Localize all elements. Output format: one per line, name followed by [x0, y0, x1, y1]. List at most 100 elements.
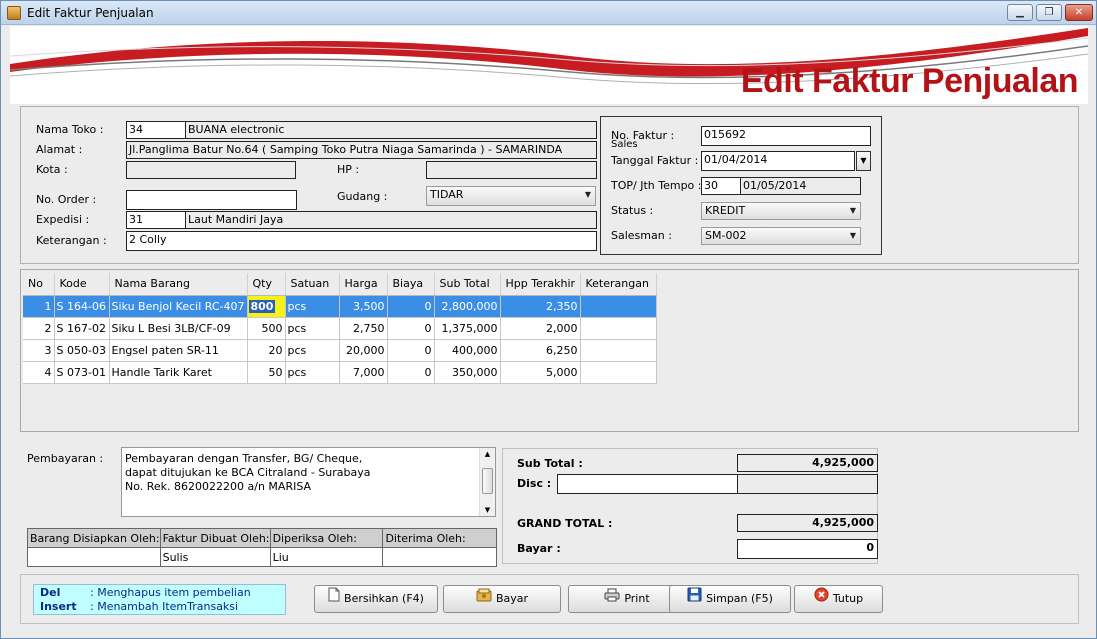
col-header-qty[interactable]: Qty [247, 273, 286, 296]
customer-panel: Nama Toko : 34 BUANA electronic Alamat :… [20, 106, 1079, 264]
cell-hpp[interactable]: 2,000 [500, 317, 581, 340]
close-button[interactable]: ✕ [1065, 4, 1093, 21]
bayar-button[interactable]: Bayar [443, 585, 561, 613]
table-row[interactable]: 3 S 050-03 Engsel paten SR-11 20 pcs 20,… [23, 339, 657, 362]
cell-subtotal[interactable]: 1,375,000 [434, 317, 501, 340]
cell-hpp[interactable]: 5,000 [500, 361, 581, 384]
top-days-field[interactable]: 30 [701, 177, 741, 195]
cell-harga[interactable]: 20,000 [339, 339, 388, 362]
cell-biaya[interactable]: 0 [387, 339, 435, 362]
cell-no[interactable]: 1 [23, 295, 55, 318]
cell-qty[interactable]: 500 [247, 317, 286, 340]
maximize-button[interactable]: ❐ [1036, 4, 1062, 21]
floppy-disk-icon [687, 586, 702, 612]
qty-edit-value[interactable]: 800 [248, 299, 276, 313]
no-order-field[interactable] [126, 190, 297, 210]
minimize-button[interactable]: ▁ [1007, 4, 1033, 21]
sig-value-diperiksa[interactable]: Liu [269, 547, 384, 567]
pembayaran-line-1: Pembayaran dengan Transfer, BG/ Cheque, [125, 452, 363, 465]
simpan-label: Simpan (F5) [706, 592, 773, 605]
cell-keterangan[interactable] [580, 317, 657, 340]
cell-subtotal[interactable]: 2,800,000 [434, 295, 501, 318]
col-header-hpp-terakhir[interactable]: Hpp Terakhir [500, 273, 581, 296]
hp-label: HP : [337, 163, 360, 176]
printer-icon [604, 586, 620, 612]
cell-harga[interactable]: 2,750 [339, 317, 388, 340]
salesman-select[interactable]: SM-002 ▼ [701, 227, 861, 245]
cell-satuan[interactable]: pcs [285, 339, 340, 362]
pembayaran-textarea[interactable]: Pembayaran dengan Transfer, BG/ Cheque, … [121, 447, 496, 517]
cell-hpp[interactable]: 2,350 [500, 295, 581, 318]
cell-harga[interactable]: 7,000 [339, 361, 388, 384]
chevron-down-icon: ▼ [860, 156, 867, 165]
cell-keterangan[interactable] [580, 361, 657, 384]
cell-biaya[interactable]: 0 [387, 295, 435, 318]
cell-biaya[interactable]: 0 [387, 361, 435, 384]
date-picker-button[interactable]: ▼ [856, 151, 871, 171]
cell-subtotal[interactable]: 400,000 [434, 339, 501, 362]
cell-kode[interactable]: S 073-01 [54, 361, 110, 384]
simpan-button[interactable]: Simpan (F5) [669, 585, 791, 613]
cell-kode[interactable]: S 164-06 [54, 295, 110, 318]
cell-satuan[interactable]: pcs [285, 361, 340, 384]
status-select[interactable]: KREDIT ▼ [701, 202, 861, 220]
cell-keterangan[interactable] [580, 339, 657, 362]
gudang-select[interactable]: TIDAR ▼ [426, 186, 596, 206]
col-header-harga[interactable]: Harga [339, 273, 388, 296]
cell-subtotal[interactable]: 350,000 [434, 361, 501, 384]
cell-no[interactable]: 3 [23, 339, 55, 362]
cell-qty-editing[interactable]: 800 [247, 295, 286, 318]
disc-field[interactable] [557, 474, 738, 494]
expedisi-code-field[interactable]: 31 [126, 211, 186, 229]
vertical-scrollbar[interactable]: ▲ ▼ [479, 448, 495, 516]
keterangan-label: Keterangan : [36, 234, 107, 247]
sales-label: Sales [611, 139, 638, 150]
cell-biaya[interactable]: 0 [387, 317, 435, 340]
keterangan-field[interactable]: 2 Colly [126, 231, 597, 251]
no-faktur-field[interactable]: 015692 [701, 126, 871, 146]
scroll-thumb[interactable] [482, 468, 493, 494]
bayar-field[interactable]: 0 [737, 539, 878, 559]
cell-kode[interactable]: S 050-03 [54, 339, 110, 362]
tanggal-faktur-field[interactable]: 01/04/2014 [701, 151, 855, 171]
sig-value-dibuat[interactable]: Sulis [159, 547, 271, 567]
sig-value-disiapkan[interactable] [27, 547, 161, 567]
col-header-satuan[interactable]: Satuan [285, 273, 340, 296]
cell-satuan[interactable]: pcs [285, 317, 340, 340]
col-header-biaya[interactable]: Biaya [387, 273, 435, 296]
invoice-box: No. Faktur : Sales 015692 Tanggal Faktur… [600, 116, 882, 255]
sig-header-diterima: Diterima Oleh: [382, 528, 497, 548]
cell-nama[interactable]: Handle Tarik Karet [109, 361, 248, 384]
table-row[interactable]: 2 S 167-02 Siku L Besi 3LB/CF-09 500 pcs… [23, 317, 657, 340]
cell-hpp[interactable]: 6,250 [500, 339, 581, 362]
cell-nama[interactable]: Siku L Besi 3LB/CF-09 [109, 317, 248, 340]
col-header-nama-barang[interactable]: Nama Barang [109, 273, 248, 296]
bersihkan-button[interactable]: Bersihkan (F4) [314, 585, 438, 613]
col-header-sub-total[interactable]: Sub Total [434, 273, 501, 296]
signature-table: Barang Disiapkan Oleh: Faktur Dibuat Ole… [27, 528, 497, 567]
cell-nama[interactable]: Engsel paten SR-11 [109, 339, 248, 362]
cell-harga[interactable]: 3,500 [339, 295, 388, 318]
cell-keterangan[interactable] [580, 295, 657, 318]
signature-header-row: Barang Disiapkan Oleh: Faktur Dibuat Ole… [27, 528, 497, 548]
close-circle-icon [814, 586, 829, 612]
scroll-up-icon[interactable]: ▲ [480, 448, 495, 460]
scroll-down-icon[interactable]: ▼ [480, 504, 495, 516]
cell-no[interactable]: 2 [23, 317, 55, 340]
payment-icon [476, 586, 492, 612]
col-header-no[interactable]: No [23, 273, 55, 296]
cell-qty[interactable]: 50 [247, 361, 286, 384]
col-header-keterangan[interactable]: Keterangan [580, 273, 657, 296]
cell-qty[interactable]: 20 [247, 339, 286, 362]
col-header-kode[interactable]: Kode [54, 273, 110, 296]
table-row[interactable]: 4 S 073-01 Handle Tarik Karet 50 pcs 7,0… [23, 361, 657, 384]
cell-satuan[interactable]: pcs [285, 295, 340, 318]
subtotal-label: Sub Total : [517, 457, 583, 470]
cell-kode[interactable]: S 167-02 [54, 317, 110, 340]
cell-no[interactable]: 4 [23, 361, 55, 384]
table-row[interactable]: 1 S 164-06 Siku Benjol Kecil RC-407 800 … [23, 295, 657, 318]
nama-toko-code-field[interactable]: 34 [126, 121, 186, 139]
tutup-button[interactable]: Tutup [794, 585, 883, 613]
cell-nama[interactable]: Siku Benjol Kecil RC-407 [109, 295, 248, 318]
sig-value-diterima[interactable] [382, 547, 497, 567]
